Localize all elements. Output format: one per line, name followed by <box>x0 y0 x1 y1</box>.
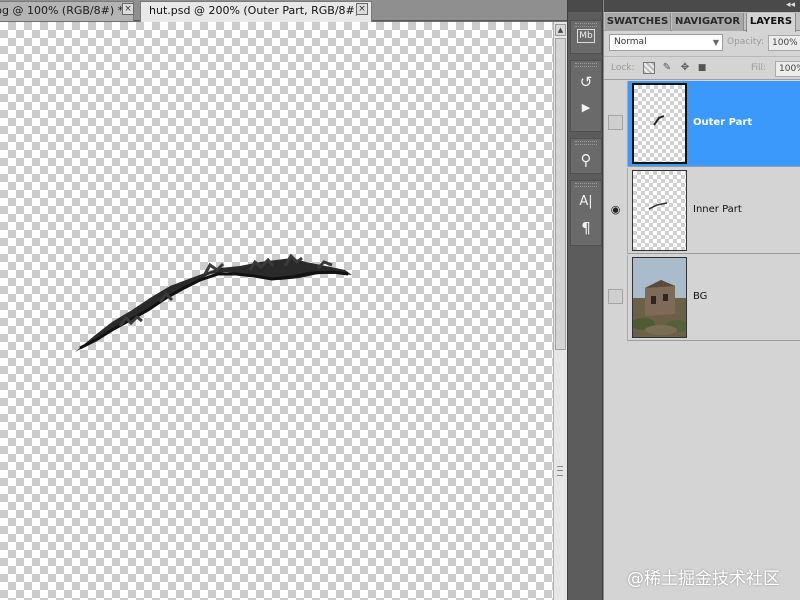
grip-icon[interactable] <box>575 23 597 27</box>
document-tab-label: pg @ 100% (RGB/8#) * <box>0 4 124 17</box>
scroll-up-icon[interactable]: ▲ <box>555 24 566 36</box>
eye-icon[interactable]: ◉ <box>608 202 623 217</box>
history-icon[interactable]: ↺ <box>575 71 597 93</box>
lock-all-icon[interactable]: ■ <box>696 62 708 74</box>
layer-thumbnail <box>632 170 687 251</box>
tab-swatches[interactable]: SWATCHES <box>605 13 671 31</box>
document-tab-pg[interactable]: pg @ 100% (RGB/8#) * <box>0 1 134 21</box>
opacity-field[interactable]: 100% <box>768 35 800 51</box>
rock-stroke-artwork <box>75 253 352 352</box>
visibility-column: ◉ <box>604 168 628 254</box>
grip-icon[interactable] <box>575 63 597 67</box>
dock-header <box>568 0 602 12</box>
document-tab-bar: pg @ 100% (RGB/8#) * × hut.psd @ 200% (O… <box>0 0 567 22</box>
blend-mode-value: Normal <box>614 37 647 47</box>
fill-label: Fill: <box>751 63 767 73</box>
tab-navigator[interactable]: NAVIGATOR <box>672 13 744 31</box>
panel-header: ◂◂ <box>604 0 800 12</box>
layer-name: Inner Part <box>693 204 742 215</box>
lock-row: Lock: ✎ ✥ ■ Fill: 100% <box>604 56 800 80</box>
scrollbar-thumb[interactable] <box>555 38 566 350</box>
mini-bridge-icon[interactable]: Mb <box>577 29 595 43</box>
grip-icon[interactable] <box>575 183 597 187</box>
visibility-toggle[interactable] <box>608 289 623 304</box>
paragraph-icon[interactable]: ¶ <box>575 217 597 239</box>
document-tab-label: hut.psd @ 200% (Outer Part, RGB/8#) * <box>149 4 369 17</box>
grip-icon[interactable] <box>575 141 597 145</box>
dock-group-type: A| ¶ <box>570 180 602 246</box>
stroke-thumbnail-art <box>648 202 668 210</box>
visibility-column <box>604 81 628 167</box>
document-tab-hut[interactable]: hut.psd @ 200% (Outer Part, RGB/8#) * <box>140 1 372 22</box>
layer-thumbnail <box>632 83 687 164</box>
lock-position-icon[interactable]: ✥ <box>679 62 691 74</box>
actions-icon[interactable]: ▶ <box>575 97 597 119</box>
chevron-down-icon: ▼ <box>712 38 719 47</box>
vertical-scrollbar[interactable]: ▲ <box>553 22 567 600</box>
document-canvas[interactable] <box>0 22 553 600</box>
character-icon[interactable]: A| <box>575 191 597 213</box>
panel-dock-strip: Mb ↺ ▶ ⚲ A| ¶ <box>567 0 603 600</box>
layer-row-bg[interactable]: BG <box>604 255 800 341</box>
hut-photo-thumbnail <box>633 258 686 337</box>
blend-mode-row: Normal ▼ Opacity: 100% <box>604 31 800 55</box>
lock-label: Lock: <box>611 63 635 73</box>
panel-tab-bar: SWATCHES NAVIGATOR LAYERS <box>604 12 800 32</box>
scrollbar-grip-icon[interactable] <box>557 466 563 476</box>
dock-group-tool-presets: ⚲ <box>570 138 602 174</box>
layers-panel: ◂◂ SWATCHES NAVIGATOR LAYERS Normal ▼ Op… <box>603 0 800 600</box>
layer-row-inner-part[interactable]: ◉ Inner Part <box>604 168 800 254</box>
layer-row-outer-part[interactable]: Outer Part <box>604 81 800 167</box>
close-tab-icon[interactable]: × <box>122 3 134 15</box>
fill-field[interactable]: 100% <box>775 61 800 77</box>
lock-image-pixels-icon[interactable]: ✎ <box>661 62 673 74</box>
opacity-label: Opacity: <box>727 37 764 47</box>
layer-thumbnail <box>632 257 687 338</box>
lock-transparent-pixels-icon[interactable] <box>643 62 655 74</box>
watermark-text: @稀土掘金技术社区 <box>627 569 780 589</box>
blend-mode-select[interactable]: Normal ▼ <box>609 34 723 51</box>
visibility-toggle[interactable] <box>608 115 623 130</box>
layer-name: Outer Part <box>693 117 753 128</box>
photoshop-window: pg @ 100% (RGB/8#) * × hut.psd @ 200% (O… <box>0 0 800 600</box>
close-tab-icon[interactable]: × <box>356 3 368 15</box>
tool-presets-icon[interactable]: ⚲ <box>575 149 597 171</box>
dock-group-history-actions: ↺ ▶ <box>570 60 602 132</box>
stroke-thumbnail-art <box>653 115 665 126</box>
collapse-panel-icon[interactable]: ◂◂ <box>786 0 795 11</box>
tab-layers[interactable]: LAYERS <box>746 13 796 32</box>
layer-name: BG <box>693 291 708 302</box>
dock-group-mini-bridge: Mb <box>570 20 602 54</box>
visibility-column <box>604 255 628 341</box>
